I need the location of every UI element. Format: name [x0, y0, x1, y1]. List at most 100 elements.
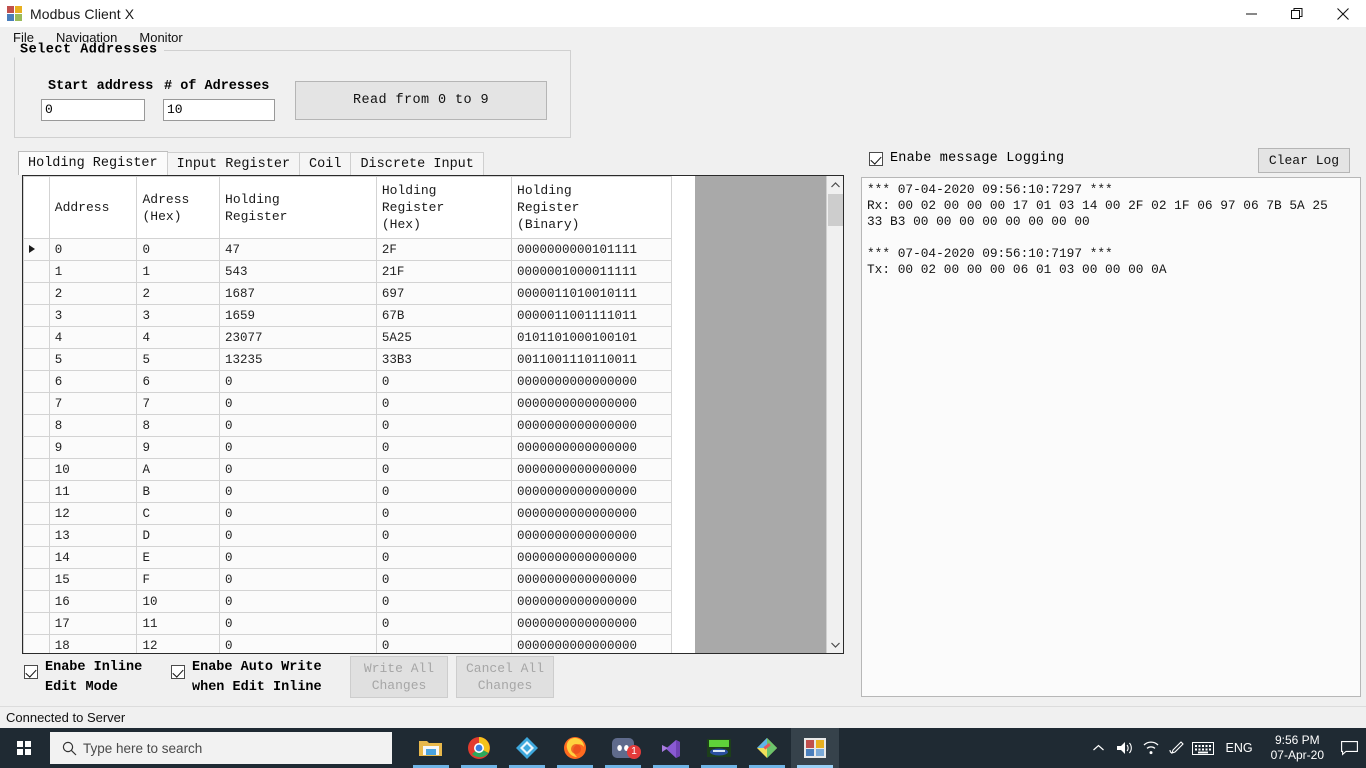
- cell-address-hex[interactable]: 2: [136, 282, 221, 305]
- cell-holding-register-binary[interactable]: 0000000000000000: [511, 612, 672, 635]
- cell-holding-register[interactable]: 0: [219, 546, 377, 569]
- cell-holding-register-binary[interactable]: 0000011010010111: [511, 282, 672, 305]
- cell-address-hex[interactable]: 8: [136, 414, 221, 437]
- row-selector-cell[interactable]: [23, 282, 50, 305]
- cell-address[interactable]: 8: [48, 414, 138, 437]
- cell-address[interactable]: 12: [48, 502, 138, 525]
- row-selector-cell[interactable]: [23, 480, 50, 503]
- start-button[interactable]: [0, 728, 48, 768]
- cell-address-hex[interactable]: 10: [136, 590, 221, 613]
- row-selector-cell[interactable]: [23, 546, 50, 569]
- column-header-holding-register-hex[interactable]: Holding Register (Hex): [375, 176, 513, 239]
- row-selector-cell[interactable]: [23, 590, 50, 613]
- cell-address[interactable]: 10: [48, 458, 138, 481]
- cell-holding-register-binary[interactable]: 0000000000000000: [511, 568, 672, 591]
- taskbar-app-discord[interactable]: 1: [599, 728, 647, 768]
- cell-address[interactable]: 1: [48, 260, 138, 283]
- row-selector-cell[interactable]: [23, 436, 50, 459]
- restore-button[interactable]: [1274, 0, 1320, 27]
- tab-discrete-input[interactable]: Discrete Input: [350, 152, 484, 175]
- show-hidden-icons-button[interactable]: [1086, 728, 1112, 768]
- enable-message-logging-checkbox[interactable]: Enabe message Logging: [869, 151, 1064, 167]
- message-log-textbox[interactable]: *** 07-04-2020 09:56:10:7297 *** Rx: 00 …: [861, 177, 1361, 697]
- cell-address[interactable]: 0: [48, 238, 138, 261]
- cell-holding-register-binary[interactable]: 0011001110110011: [511, 348, 672, 371]
- table-row[interactable]: 7 7 0 0 0000000000000000: [23, 392, 672, 415]
- action-center-button[interactable]: [1332, 728, 1366, 768]
- cell-holding-register-hex[interactable]: 21F: [375, 260, 513, 283]
- cell-holding-register-hex[interactable]: 0: [375, 634, 513, 653]
- table-row[interactable]: 10 A 0 0 0000000000000000: [23, 458, 672, 481]
- cell-address-hex[interactable]: D: [136, 524, 221, 547]
- taskbar-app-firefox[interactable]: [551, 728, 599, 768]
- table-row[interactable]: 8 8 0 0 0000000000000000: [23, 414, 672, 437]
- taskbar-app-ethernet-app[interactable]: [695, 728, 743, 768]
- cell-holding-register-hex[interactable]: 0: [375, 568, 513, 591]
- cell-holding-register-binary[interactable]: 0000000000000000: [511, 524, 672, 547]
- clear-log-button[interactable]: Clear Log: [1258, 148, 1350, 173]
- table-row[interactable]: 17 11 0 0 0000000000000000: [23, 612, 672, 635]
- table-row[interactable]: 6 6 0 0 0000000000000000: [23, 370, 672, 393]
- cell-address-hex[interactable]: 0: [136, 238, 221, 261]
- taskbar-app-google-chrome[interactable]: [455, 728, 503, 768]
- cell-holding-register-binary[interactable]: 0000000000000000: [511, 502, 672, 525]
- cell-holding-register[interactable]: 0: [219, 612, 377, 635]
- network-button[interactable]: [1138, 728, 1164, 768]
- cell-holding-register-hex[interactable]: 2F: [375, 238, 513, 261]
- cell-address-hex[interactable]: A: [136, 458, 221, 481]
- cell-holding-register-hex[interactable]: 33B3: [375, 348, 513, 371]
- cell-holding-register-hex[interactable]: 0: [375, 414, 513, 437]
- start-address-input[interactable]: 0: [41, 99, 145, 121]
- cell-holding-register[interactable]: 0: [219, 568, 377, 591]
- row-selector-cell[interactable]: [23, 568, 50, 591]
- row-selector-cell[interactable]: [23, 348, 50, 371]
- language-indicator[interactable]: ENG: [1216, 741, 1263, 755]
- cell-address[interactable]: 14: [48, 546, 138, 569]
- cell-address-hex[interactable]: 11: [136, 612, 221, 635]
- table-row[interactable]: 11 B 0 0 0000000000000000: [23, 480, 672, 503]
- scroll-up-button[interactable]: [827, 176, 843, 193]
- cell-address-hex[interactable]: 3: [136, 304, 221, 327]
- cell-address[interactable]: 7: [48, 392, 138, 415]
- cell-holding-register[interactable]: 0: [219, 502, 377, 525]
- cell-holding-register-binary[interactable]: 0000000000000000: [511, 458, 672, 481]
- cell-holding-register[interactable]: 0: [219, 524, 377, 547]
- register-data-grid[interactable]: Address Adress (Hex) Holding Register Ho…: [22, 175, 844, 654]
- cell-holding-register[interactable]: 0: [219, 414, 377, 437]
- enable-inline-edit-checkbox[interactable]: Enabe Inline Edit Mode: [24, 658, 142, 698]
- cell-address[interactable]: 17: [48, 612, 138, 635]
- search-input[interactable]: Type here to search: [50, 732, 392, 764]
- row-selector-cell[interactable]: [23, 612, 50, 635]
- cell-holding-register-binary[interactable]: 0000000000000000: [511, 414, 672, 437]
- row-selector-cell[interactable]: [23, 370, 50, 393]
- table-row[interactable]: 1 1 543 21F 0000001000011111: [23, 260, 672, 283]
- cell-holding-register-hex[interactable]: 0: [375, 370, 513, 393]
- cell-holding-register[interactable]: 47: [219, 238, 377, 261]
- cell-address-hex[interactable]: C: [136, 502, 221, 525]
- scroll-down-button[interactable]: [827, 636, 843, 653]
- cell-holding-register-binary[interactable]: 0000000000000000: [511, 370, 672, 393]
- tab-holding-register[interactable]: Holding Register: [18, 151, 168, 175]
- column-header-holding-register[interactable]: Holding Register: [219, 176, 377, 239]
- cell-holding-register-binary[interactable]: 0000000000000000: [511, 480, 672, 503]
- taskbar-app-visual-studio-code[interactable]: [647, 728, 695, 768]
- cell-holding-register[interactable]: 0: [219, 634, 377, 653]
- cell-holding-register-binary[interactable]: 0000001000011111: [511, 260, 672, 283]
- cell-address-hex[interactable]: 1: [136, 260, 221, 283]
- cell-holding-register-binary[interactable]: 0000000000000000: [511, 392, 672, 415]
- cell-holding-register-binary[interactable]: 0000000000101111: [511, 238, 672, 261]
- table-row[interactable]: 12 C 0 0 0000000000000000: [23, 502, 672, 525]
- cell-holding-register-binary[interactable]: 0000000000000000: [511, 634, 672, 653]
- cell-holding-register-hex[interactable]: 0: [375, 546, 513, 569]
- cell-holding-register-hex[interactable]: 0: [375, 392, 513, 415]
- cell-address[interactable]: 15: [48, 568, 138, 591]
- taskbar-app-file-explorer[interactable]: [407, 728, 455, 768]
- cell-holding-register-hex[interactable]: 0: [375, 480, 513, 503]
- cell-holding-register-binary[interactable]: 0000000000000000: [511, 436, 672, 459]
- cell-holding-register[interactable]: 0: [219, 436, 377, 459]
- cell-address-hex[interactable]: B: [136, 480, 221, 503]
- table-row[interactable]: 13 D 0 0 0000000000000000: [23, 524, 672, 547]
- cell-holding-register[interactable]: 543: [219, 260, 377, 283]
- row-selector-cell[interactable]: [23, 458, 50, 481]
- cell-address[interactable]: 5: [48, 348, 138, 371]
